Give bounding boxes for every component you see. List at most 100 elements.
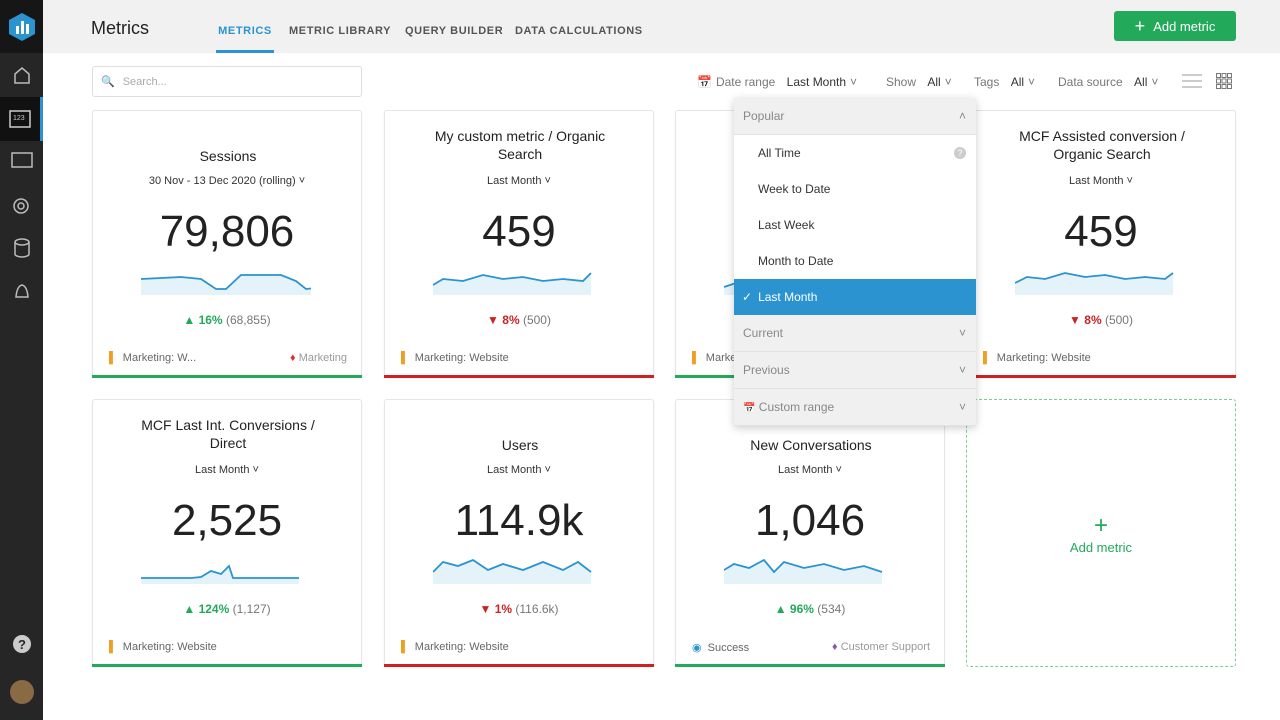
data-source: Marketing: Website <box>122 641 217 653</box>
plus-icon: + <box>1093 511 1108 539</box>
sparkline <box>724 558 883 584</box>
tab-metrics[interactable]: METRICS <box>216 25 274 53</box>
section-label: Custom range <box>758 400 835 414</box>
date-range-select[interactable]: Last Month ˅ <box>967 175 1235 187</box>
metric-change: ▲ 16% (68,855) <box>93 313 361 327</box>
metric-value: 114.9k <box>454 496 584 545</box>
chevron-down-icon: ˅ <box>958 400 966 414</box>
search-input[interactable]: 🔍 Search... <box>92 66 362 97</box>
add-metric-card[interactable]: + Add metric <box>966 399 1236 667</box>
data-source: Success <box>707 642 750 654</box>
option-label: Last Week <box>758 218 815 232</box>
change-percent: 16% <box>198 313 223 327</box>
date-range-text: Last Month <box>487 175 542 187</box>
app-logo[interactable] <box>0 0 43 53</box>
down-arrow-icon: ▼ <box>487 313 499 327</box>
option-last-month[interactable]: ✓ Last Month <box>734 279 976 315</box>
add-metric-card-label: Add metric <box>1069 539 1133 555</box>
metric-card[interactable]: My custom metric / Organic Search Last M… <box>384 110 654 378</box>
date-range-text: Last Month <box>195 464 250 476</box>
date-range-select[interactable]: Last Month ˅ <box>93 464 361 476</box>
section-previous[interactable]: Previous ˅ <box>734 352 976 389</box>
date-range-text: Last Month <box>778 464 833 476</box>
top-header: Metrics METRICS METRIC LIBRARY QUERY BUI… <box>43 0 1280 53</box>
svg-text:123: 123 <box>13 115 25 122</box>
up-arrow-icon: ▲ <box>183 313 196 327</box>
date-range-select[interactable]: 30 Nov - 13 Dec 2020 (rolling) ˅ <box>93 175 361 187</box>
list-view-icon[interactable] <box>1182 74 1202 93</box>
tags-label: Tags <box>974 75 1000 89</box>
status-bar <box>92 664 362 667</box>
date-range-select[interactable]: Last Month ˅ <box>385 175 653 187</box>
data-source-filter[interactable]: Data source All ˅ <box>1058 75 1158 89</box>
option-week-to-date[interactable]: Week to Date <box>734 171 976 207</box>
metric-title: My custom metric / Organic Search <box>434 128 606 162</box>
sparkline <box>1015 272 1174 295</box>
metric-value: 459 <box>1064 207 1138 256</box>
chevron-down-icon: ˅ <box>544 175 551 187</box>
previous-value: (68,855) <box>225 313 271 327</box>
date-range-select[interactable]: Last Month ˅ <box>676 464 944 476</box>
date-range-value: Last Month <box>786 75 847 89</box>
help-icon: ? <box>954 147 966 159</box>
database-icon[interactable] <box>0 228 43 268</box>
analytics-icon: ▌ <box>109 352 117 364</box>
alerts-bell-icon[interactable] <box>0 272 43 312</box>
success-logo-icon: ◉ <box>692 642 702 654</box>
metric-card[interactable]: MCF Assisted conversion / Organic Search… <box>966 110 1236 378</box>
tab-data-calculations[interactable]: DATA CALCULATIONS <box>515 25 643 53</box>
metric-card[interactable]: Users Last Month ˅ 114.9k ▼ 1% (116.6k) … <box>384 399 654 667</box>
user-avatar[interactable] <box>0 672 43 712</box>
chevron-down-icon: ˅ <box>1028 75 1036 89</box>
metric-card[interactable]: Sessions 30 Nov - 13 Dec 2020 (rolling) … <box>92 110 362 378</box>
check-icon: ✓ <box>742 290 753 304</box>
chevron-down-icon: ˅ <box>958 363 966 377</box>
option-label: Month to Date <box>758 254 834 268</box>
show-filter[interactable]: Show All ˅ <box>886 75 952 89</box>
change-percent: 8% <box>1084 313 1102 327</box>
up-arrow-icon: ▲ <box>774 602 787 616</box>
change-percent: 96% <box>789 602 814 616</box>
section-current[interactable]: Current ˅ <box>734 315 976 352</box>
chevron-down-icon: ˅ <box>958 326 966 340</box>
status-bar <box>384 664 654 667</box>
metric-card[interactable]: New Conversations Last Month ˅ 1,046 ▲ 9… <box>675 399 945 667</box>
section-custom-range[interactable]: 📅 Custom range ˅ <box>734 389 976 426</box>
option-all-time[interactable]: All Time? <box>734 135 976 171</box>
date-range-text: Last Month <box>1069 175 1124 187</box>
dashboard-icon[interactable] <box>0 140 43 180</box>
add-metric-button[interactable]: + Add metric <box>1114 11 1236 41</box>
chevron-up-icon: ˄ <box>958 109 966 123</box>
metric-change: ▼ 8% (500) <box>967 313 1235 327</box>
section-popular[interactable]: Popular ˄ <box>734 98 976 135</box>
date-range-filter[interactable]: 📅 Date range Last Month ˅ <box>697 75 857 89</box>
tags-filter[interactable]: Tags All ˅ <box>974 75 1035 89</box>
help-icon[interactable]: ? <box>0 624 43 664</box>
goals-icon[interactable] <box>0 184 43 224</box>
chevron-down-icon: ˅ <box>944 75 952 89</box>
analytics-icon: ▌ <box>401 641 409 653</box>
option-label: Last Month <box>758 290 818 304</box>
grid-view-icon[interactable] <box>1216 73 1232 94</box>
metric-value: 79,806 <box>159 207 295 256</box>
search-placeholder: Search... <box>122 75 167 88</box>
tab-metric-library[interactable]: METRIC LIBRARY <box>289 25 391 53</box>
change-percent: 124% <box>198 602 230 616</box>
metrics-icon[interactable]: 123 <box>0 97 43 141</box>
sparkline <box>433 272 592 295</box>
chevron-down-icon: ˅ <box>850 75 858 89</box>
analytics-icon: ▌ <box>692 352 700 364</box>
option-month-to-date[interactable]: Month to Date <box>734 243 976 279</box>
home-icon[interactable] <box>0 55 43 95</box>
metric-value: 1,046 <box>754 496 866 545</box>
sparkline <box>141 274 311 295</box>
metric-card[interactable]: MCF Last Int. Conversions / Direct Last … <box>92 399 362 667</box>
previous-value: (116.6k) <box>515 602 559 616</box>
date-range-select[interactable]: Last Month ˅ <box>385 464 653 476</box>
date-range-text: Last Month <box>487 464 542 476</box>
tab-query-builder[interactable]: QUERY BUILDER <box>405 25 503 53</box>
option-last-week[interactable]: Last Week <box>734 207 976 243</box>
analytics-icon: ▌ <box>983 352 991 364</box>
plus-icon: + <box>1134 15 1146 36</box>
page-title: Metrics <box>91 18 149 38</box>
